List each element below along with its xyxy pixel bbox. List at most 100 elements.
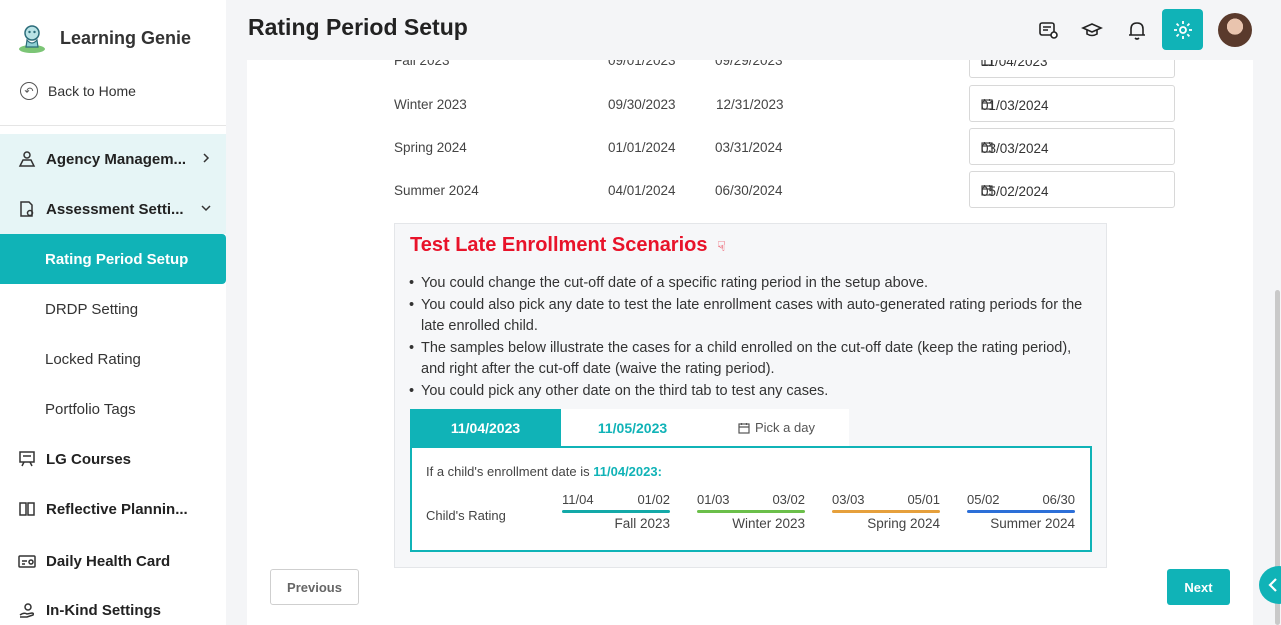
page-scrollbar[interactable] [1271,60,1281,625]
question-text: If a child's enrollment date is [426,464,590,479]
side-panel-toggle[interactable] [1259,566,1281,604]
app-name: Learning Genie [60,27,192,48]
sidebar-item-label: Daily Health Card [46,552,171,570]
period-row: Spring 2024 01/01/2024 03/31/2024 03/03/… [394,128,1175,166]
sidebar-item-label: Agency Managem... [46,150,187,168]
next-button[interactable]: Next [1167,569,1230,605]
back-to-home-label: Back to Home [48,83,136,99]
period-start: 09/01/2023 [608,60,676,68]
period-end: 09/29/2023 [715,60,783,68]
cutoff-date-value: 05/02/2024 [981,184,1049,199]
period-name: Summer 2024 [394,183,479,198]
rating-period-segment: 11/04 01/02 Fall 2023 [562,492,670,531]
tab-11-05-2023[interactable]: 11/05/2023 [561,409,704,446]
learning-genie-logo-icon [16,22,48,54]
sidebar-item-daily-health-card[interactable]: Daily Health Card [0,536,226,586]
childs-rating-label: Child's Rating [426,508,506,523]
sidebar-item-locked-rating[interactable]: Locked Rating [0,334,226,384]
sidebar-item-in-kind-settings[interactable]: In-Kind Settings [0,585,226,625]
cutoff-date-input[interactable]: 11/04/2023 [969,60,1175,78]
cutoff-date-value: 03/03/2024 [981,141,1049,156]
settings-button[interactable] [1162,9,1203,50]
sidebar-item-label: Reflective Plannin... [46,500,188,518]
tab-11-04-2023[interactable]: 11/04/2023 [410,409,561,446]
enrollment-question: If a child's enrollment date is 11/04/20… [426,464,662,479]
rating-period-segment: 01/03 03/02 Winter 2023 [697,492,805,531]
chevron-right-icon [200,151,212,168]
sidebar-item-lg-courses[interactable]: LG Courses [0,434,226,484]
list-item: The samples below illustrate the cases f… [409,338,1089,381]
rating-period-card: Fall 2023 09/01/2023 09/29/2023 11/04/20… [247,60,1253,625]
user-avatar[interactable] [1218,13,1252,47]
cutoff-date-value: 01/03/2024 [981,98,1049,113]
cutoff-date-input[interactable]: 01/03/2024 [969,85,1175,122]
sidebar-item-agency-management[interactable]: Agency Managem... [0,134,226,184]
question-date: 11/04/2023: [593,464,662,479]
segment-start: 11/04 [562,492,594,507]
period-name: Winter 2023 [394,97,467,112]
assessment-settings-icon [18,200,38,218]
cutoff-date-input[interactable]: 05/02/2024 [969,171,1175,208]
period-start: 01/01/2024 [608,140,676,155]
period-end: 12/31/2023 [716,97,784,112]
segment-end: 06/30 [1042,492,1075,507]
tab-pick-a-day[interactable]: Pick a day [704,409,849,446]
chevron-left-icon [1268,578,1277,592]
previous-button[interactable]: Previous [270,569,359,605]
health-card-icon [18,552,38,570]
sidebar: Learning Genie ↶ Back to Home Agency Man… [0,0,226,625]
sidebar-item-drdp-setting[interactable]: DRDP Setting [0,284,226,334]
segment-label: Spring 2024 [867,516,940,531]
sidebar-item-label: In-Kind Settings [46,601,161,619]
sidebar-item-label: Portfolio Tags [45,400,136,418]
period-end: 06/30/2024 [715,183,783,198]
sidebar-item-portfolio-tags[interactable]: Portfolio Tags [0,384,226,434]
period-start: 09/30/2023 [608,97,676,112]
cutoff-date-input[interactable]: 03/03/2024 [969,128,1175,165]
period-row: Winter 2023 09/30/2023 12/31/2023 01/03/… [394,85,1175,123]
scenario-tabs: 11/04/2023 11/05/2023 Pick a day [410,409,849,446]
page-title: Rating Period Setup [248,14,468,40]
sidebar-item-label: Rating Period Setup [45,250,189,268]
test-late-enrollment-panel: Test Late Enrollment Scenarios ☟ You cou… [394,223,1107,568]
sidebar-item-rating-period-setup[interactable]: Rating Period Setup [0,234,226,284]
pointing-hand-icon: ☟ [717,238,726,254]
period-name: Fall 2023 [394,60,450,68]
list-item: You could also pick any date to test the… [409,295,1089,338]
scenario-panel: If a child's enrollment date is 11/04/20… [410,446,1092,552]
segment-label: Winter 2023 [732,516,805,531]
back-to-home-link[interactable]: ↶ Back to Home [20,82,136,100]
app-logo[interactable]: Learning Genie [16,22,191,54]
sidebar-divider [0,125,226,126]
bell-icon[interactable] [1124,17,1150,43]
list-item: You could pick any other date on the thi… [409,381,1089,403]
in-kind-icon [18,601,38,619]
list-item: You could change the cut-off date of a s… [409,273,1089,295]
sidebar-item-label: DRDP Setting [45,300,139,318]
period-start: 04/01/2024 [608,183,676,198]
instructions-list: You could change the cut-off date of a s… [409,273,1089,402]
sidebar-item-reflective-planning[interactable]: Reflective Plannin... [0,484,226,534]
segment-bar [562,510,670,513]
back-arrow-icon: ↶ [20,82,38,100]
graduation-cap-icon[interactable] [1079,17,1105,43]
period-name: Spring 2024 [394,140,467,155]
chevron-down-icon [200,201,212,218]
segment-label: Fall 2023 [614,516,670,531]
segment-bar [832,510,940,513]
segment-end: 01/02 [637,492,670,507]
sidebar-item-label: Locked Rating [45,350,141,368]
segment-bar [697,510,805,513]
period-row: Summer 2024 04/01/2024 06/30/2024 05/02/… [394,171,1175,209]
messages-icon[interactable] [1035,17,1061,43]
agency-icon [18,150,38,168]
rating-period-segment: 03/03 05/01 Spring 2024 [832,492,940,531]
tab-label: Pick a day [755,420,815,435]
segment-start: 03/03 [832,492,865,507]
sidebar-item-assessment-settings[interactable]: Assessment Setti... [0,184,226,234]
book-icon [18,500,38,518]
cutoff-date-value: 11/04/2023 [981,60,1048,69]
period-end: 03/31/2024 [715,140,783,155]
sidebar-item-label: LG Courses [46,450,132,468]
calendar-icon [738,422,750,434]
